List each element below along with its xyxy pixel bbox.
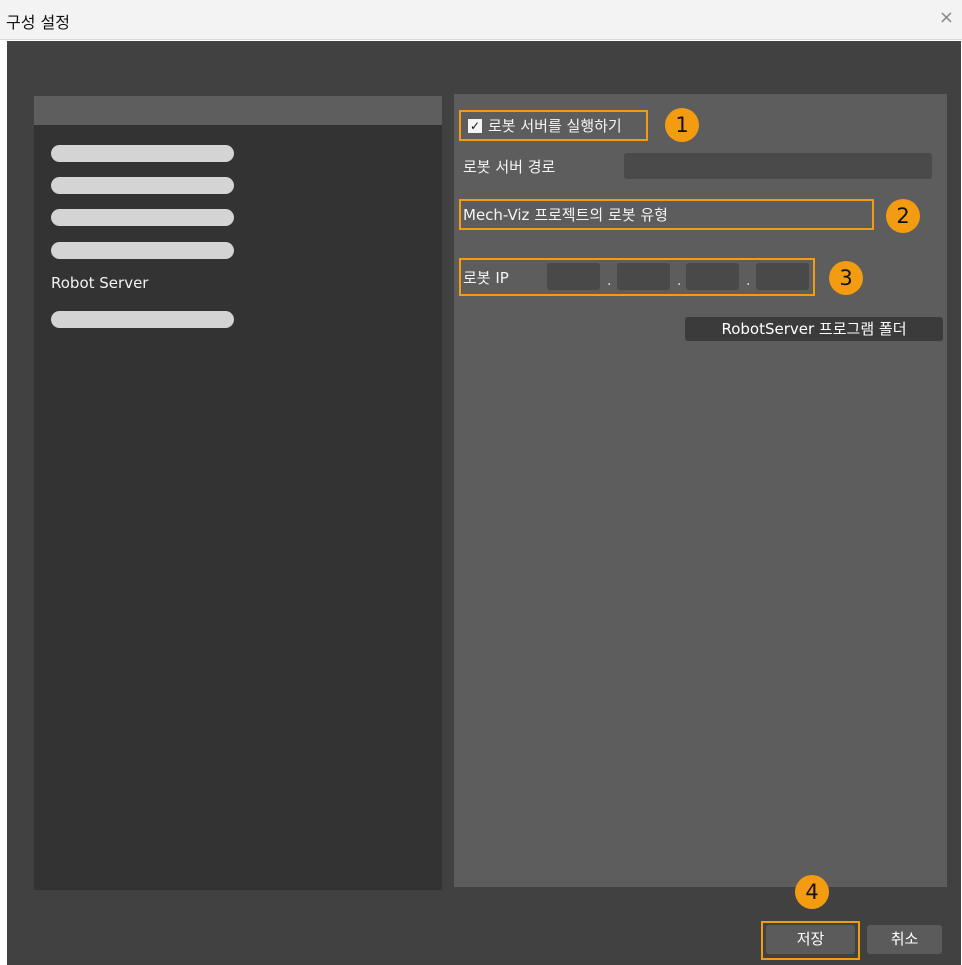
sidebar-item-redacted[interactable] — [51, 242, 234, 259]
server-path-label: 로봇 서버 경로 — [463, 158, 556, 176]
server-path-field[interactable] — [624, 153, 932, 179]
annotation-badge-1: 1 — [665, 108, 699, 142]
sidebar-item-redacted[interactable] — [51, 209, 234, 226]
annotation-box-4 — [761, 921, 860, 960]
sidebar-item-redacted[interactable] — [51, 145, 234, 162]
annotation-box-3 — [459, 258, 815, 296]
robot-server-folder-button[interactable]: RobotServer 프로그램 폴더 — [685, 317, 943, 341]
annotation-box-2 — [459, 199, 874, 230]
annotation-box-1 — [459, 110, 648, 141]
annotation-badge-3: 3 — [829, 261, 863, 295]
annotation-badge-2: 2 — [886, 199, 920, 233]
sidebar: Robot Server — [34, 96, 442, 890]
annotation-badge-4: 4 — [795, 875, 829, 909]
title-bar: 구성 설정 × — [0, 0, 962, 40]
sidebar-item-redacted[interactable] — [51, 311, 234, 328]
sidebar-item-robot-server[interactable]: Robot Server — [51, 274, 148, 292]
window-title: 구성 설정 — [6, 13, 70, 32]
close-icon[interactable]: × — [939, 6, 954, 30]
cancel-button[interactable]: 취소 — [867, 925, 942, 954]
sidebar-header — [34, 96, 442, 125]
sidebar-item-redacted[interactable] — [51, 177, 234, 194]
